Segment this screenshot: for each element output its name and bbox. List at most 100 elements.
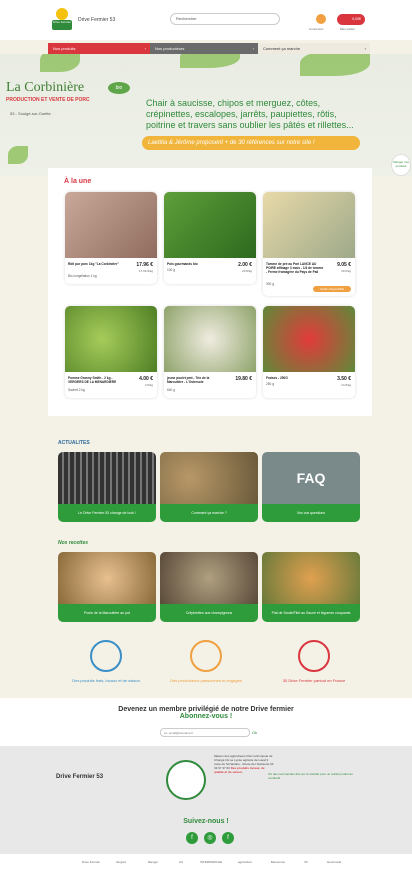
partner-logo[interactable]: INTERMARCHE	[196, 860, 226, 880]
featured-title: À la une	[64, 178, 92, 185]
product-image	[164, 192, 256, 258]
footer-brand: Drive Fermier 53	[56, 774, 104, 780]
drive-icon	[298, 640, 330, 672]
cart-button[interactable]: 0,00€	[337, 14, 365, 25]
product-weight: Bio congélation 1 kg	[68, 274, 97, 278]
nav-producers[interactable]: Nos producteurs ›	[150, 43, 258, 54]
value-label: 30 Drive Fermier partout en France	[282, 678, 346, 683]
product-card[interactable]: Pomme Granny Smith - 2 kg - VERGERS DE L…	[65, 306, 157, 398]
product-weight: 250 g	[266, 382, 274, 386]
product-card[interactable]: Rôti pur porc 1kg "La Corbinière" Bio co…	[65, 192, 157, 284]
product-name: Pomme Granny Smith - 2 kg - VERGERS DE L…	[68, 376, 117, 384]
user-icon[interactable]	[316, 14, 326, 24]
product-card[interactable]: Fraises - 250G 250 g 3.50 € 14 €/kg	[263, 306, 355, 398]
connexion-label[interactable]: Connexion	[309, 27, 323, 31]
product-price: 17.96 €	[136, 262, 153, 268]
footer-logo	[166, 760, 206, 800]
newsletter-subtitle: Abonnez-vous !	[179, 713, 233, 720]
partner-logo[interactable]: Drive Fermier	[80, 860, 102, 880]
partner-logo[interactable]: Manger	[142, 860, 164, 880]
news-image	[58, 452, 156, 504]
chevron-right-icon: ›	[252, 46, 254, 51]
product-price: 9.05 €	[337, 262, 351, 268]
product-unit-price: 17.96 €/kg	[138, 269, 153, 273]
news-card[interactable]: FAQ Vos vos questions	[262, 452, 360, 522]
product-name: Fraises - 250G	[266, 376, 288, 380]
site-logo[interactable]: Drive Fermier	[52, 8, 72, 34]
leaf-decoration	[8, 146, 28, 164]
partner-logo[interactable]: Bienvenue	[264, 860, 292, 880]
product-image	[263, 306, 355, 372]
hero-banner-strip: Laetitia & Jérôme proposent + de 30 réfé…	[142, 136, 360, 150]
nav-how-it-works[interactable]: Comment ça marche ›	[258, 43, 370, 54]
product-image	[164, 306, 256, 372]
product-price: 4.00 €	[139, 376, 153, 382]
sun-icon	[56, 8, 68, 20]
recipe-card[interactable]: Plat de Sauté/Filet au Sauvé et légumes …	[262, 552, 360, 622]
featured-panel: À la une Rôti pur porc 1kg "La Corbinièr…	[48, 168, 372, 416]
news-card[interactable]: Le Drive Fermier 53 change de look !	[58, 452, 156, 522]
recipe-card[interactable]: Poule de la Maroutière au pot	[58, 552, 156, 622]
product-image	[263, 192, 355, 258]
product-name: Rôti pur porc 1kg "La Corbinière"	[68, 262, 119, 266]
faq-image: FAQ	[262, 452, 360, 504]
recipe-caption: Crêpinettes aux champignons	[160, 604, 258, 622]
recipe-caption: Plat de Sauté/Filet au Sauvé et légumes …	[262, 604, 360, 622]
side-badge[interactable]: Manger nos produits	[391, 154, 411, 176]
follow-title: Suivez-nous !	[183, 818, 229, 825]
partner-logo[interactable]: Vergers	[110, 860, 132, 880]
brand-name: Drive Fermier 53	[78, 17, 116, 23]
product-name: Tomme de pré au Pari LANCE AU POIRE affi…	[266, 262, 324, 274]
recipe-image	[160, 552, 258, 604]
cart-label[interactable]: Mon panier	[340, 27, 355, 31]
news-title: ACTUALITES	[58, 440, 90, 446]
bio-badge: bio	[108, 82, 130, 94]
partner-logo[interactable]: CA	[172, 860, 190, 880]
newsletter-title: Devenez un membre privilégié de notre Dr…	[118, 706, 294, 713]
footer-note: Où des commandes fixé sur le résultat po…	[268, 772, 353, 780]
nav-products[interactable]: Nos produits ›	[48, 43, 150, 54]
facebook-icon[interactable]: f	[186, 832, 198, 844]
recipe-card[interactable]: Crêpinettes aux champignons	[160, 552, 258, 622]
email-field[interactable]: ex: email@domaine.fr	[160, 728, 250, 737]
hero-banner: La Corbinière bio PRODUCTION ET VENTE DE…	[0, 54, 412, 176]
leaf-decoration	[180, 54, 240, 68]
product-weight: 100 g	[167, 268, 175, 272]
news-caption: Comment ça marche ?	[160, 504, 258, 522]
facebook-icon[interactable]: f	[222, 832, 234, 844]
value-drives: 30 Drive Fermier partout en France	[274, 640, 354, 683]
product-weight: 640 g	[167, 388, 175, 392]
product-name: Pois gourmands bio	[167, 262, 198, 266]
chevron-right-icon: ›	[364, 46, 366, 51]
product-price: 3.50 €	[337, 376, 351, 382]
partner-logo[interactable]: 53	[296, 860, 316, 880]
partners-bar: Drive Fermier Vergers Manger CA INTERMAR…	[0, 854, 412, 892]
farm-title: La Corbinière	[6, 80, 85, 95]
product-weight: 300 g	[266, 282, 274, 286]
subscribe-button[interactable]: Ok	[252, 728, 257, 737]
partner-logo[interactable]: Gourmand	[322, 860, 346, 880]
value-producers: Des producteurs passionnés et engagés	[166, 640, 246, 683]
nav-label: Nos produits	[53, 46, 76, 51]
partner-logo[interactable]: agriculture	[230, 860, 260, 880]
footer-address: Maison des agriculteurs Parc technopole …	[214, 754, 274, 774]
farm-subtitle: PRODUCTION ET VENTE DE PORC	[6, 97, 90, 103]
news-card[interactable]: Comment ça marche ?	[160, 452, 258, 522]
footer: Drive Fermier 53 Maison des agriculteurs…	[0, 746, 412, 854]
product-card[interactable]: jeune poulet pmt - Trio de la Maroutière…	[164, 306, 256, 398]
news-caption: Vos vos questions	[262, 504, 360, 522]
product-card[interactable]: Tomme de pré au Pari LANCE AU POIRE affi…	[263, 192, 355, 296]
product-card[interactable]: Pois gourmands bio 100 g 2.00 € 20 €/kg	[164, 192, 256, 284]
header: Drive Fermier Drive Fermier 53 Recherche…	[0, 0, 412, 40]
value-label: Des producteurs passionnés et engagés	[170, 678, 242, 683]
news-caption: Le Drive Fermier 53 change de look !	[58, 504, 156, 522]
farmer-icon	[190, 640, 222, 672]
search-input[interactable]: Rechercher	[170, 13, 280, 25]
basket-icon	[90, 640, 122, 672]
recipe-caption: Poule de la Maroutière au pot	[58, 604, 156, 622]
product-unit-price: 30 €/kg	[341, 269, 351, 273]
product-weight: Sachet 2 kg	[68, 388, 85, 392]
instagram-icon[interactable]: ◎	[204, 832, 216, 844]
farm-location: 53 - Soulgé-sur-Ouette	[10, 111, 51, 116]
availability-button[interactable]: Vérifier disponibilité	[313, 286, 351, 292]
